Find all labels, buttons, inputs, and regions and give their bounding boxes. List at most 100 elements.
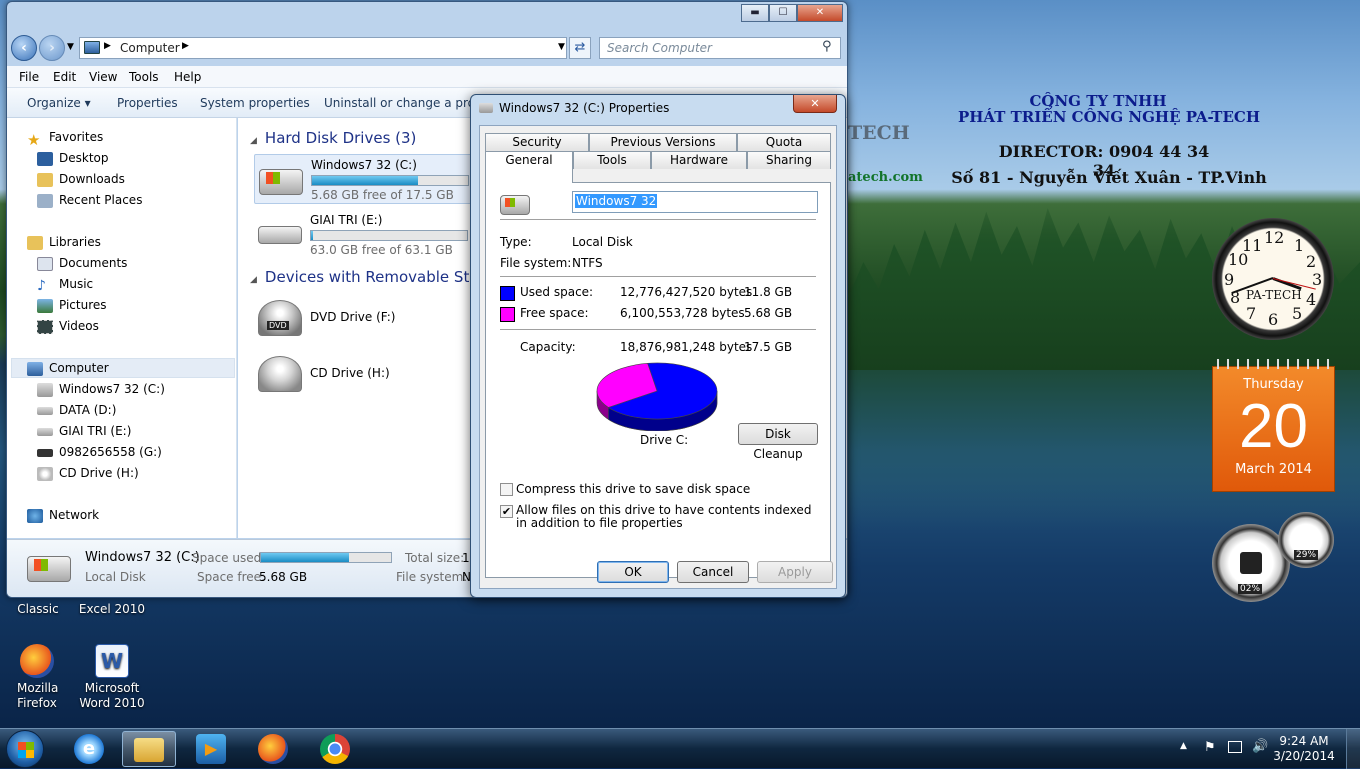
nav-network[interactable]: Network xyxy=(27,508,99,523)
nav-videos[interactable]: Videos xyxy=(37,319,99,334)
properties-dialog[interactable]: Windows7 32 (C:) Properties ✕ Security P… xyxy=(470,94,846,598)
capacity-bytes: 18,876,981,248 bytes xyxy=(620,340,753,354)
disk-cleanup-button[interactable]: Disk Cleanup xyxy=(738,423,818,461)
volume-icon[interactable]: 🔊 xyxy=(1252,739,1268,754)
nav-downloads[interactable]: Downloads xyxy=(37,172,125,187)
tab-sharing[interactable]: Sharing xyxy=(747,151,831,169)
system-properties-button[interactable]: System properties xyxy=(200,96,310,110)
forward-button[interactable]: › xyxy=(39,35,65,61)
show-desktop-button[interactable] xyxy=(1346,729,1360,769)
used-space-label: Used space: xyxy=(520,285,594,299)
star-icon: ★ xyxy=(27,130,41,149)
drive-c-tile[interactable]: Windows7 32 (C:) 5.68 GB free of 17.5 GB xyxy=(254,154,484,204)
nav-desktop[interactable]: Desktop xyxy=(37,151,109,166)
nav-drive-c[interactable]: Windows7 32 (C:) xyxy=(37,382,165,397)
search-icon[interactable]: ⚲ xyxy=(822,39,832,54)
hard-disk-group-header[interactable]: ◢ Hard Disk Drives (3) xyxy=(250,129,416,147)
start-button[interactable] xyxy=(6,730,44,768)
path-separator-icon[interactable]: ▶ xyxy=(182,41,189,51)
maximize-button[interactable]: ☐ xyxy=(769,4,797,22)
tray-overflow-arrow-icon[interactable]: ▲ xyxy=(1180,741,1187,751)
clock-num-4: 4 xyxy=(1306,290,1317,309)
menu-file[interactable]: File xyxy=(19,70,39,84)
desktop-icon-excel[interactable]: Excel 2010 xyxy=(74,602,150,617)
drive-c-free-text: 5.68 GB free of 17.5 GB xyxy=(311,188,454,202)
drive-label-input[interactable]: Windows7 32 xyxy=(572,191,818,213)
drive-e-tile[interactable]: GIAI TRI (E:) 63.0 GB free of 63.1 GB xyxy=(254,210,484,260)
nav-pictures[interactable]: Pictures xyxy=(37,298,107,313)
nav-computer[interactable]: Computer xyxy=(27,361,109,376)
nav-favorites-label: Favorites xyxy=(49,130,104,144)
nav-music[interactable]: ♪ Music xyxy=(37,277,93,294)
recent-pages-chevron-icon[interactable]: ▼ xyxy=(67,42,74,52)
organize-button[interactable]: Organize ▾ xyxy=(27,96,91,110)
desktop-icon-classic[interactable]: Classic xyxy=(0,602,76,617)
nav-drive-g[interactable]: 0982656558 (G:) xyxy=(37,445,162,459)
nav-favorites[interactable]: ★ Favorites xyxy=(27,130,104,149)
menu-tools[interactable]: Tools xyxy=(129,70,159,84)
clock-brand: PA-TECH xyxy=(1246,288,1302,302)
action-center-flag-icon[interactable]: ⚑ xyxy=(1204,740,1216,755)
menu-edit[interactable]: Edit xyxy=(53,70,76,84)
nav-documents[interactable]: Documents xyxy=(37,256,127,271)
taskbar-windows-explorer[interactable] xyxy=(122,731,176,767)
dvd-drive-tile[interactable]: DVD DVD Drive (F:) xyxy=(254,296,484,342)
tab-previous-versions[interactable]: Previous Versions xyxy=(589,133,737,151)
taskbar-internet-explorer[interactable]: e xyxy=(62,731,116,767)
tray-clock[interactable]: 9:24 AM 3/20/2014 xyxy=(1270,734,1338,764)
address-dropdown-icon[interactable]: ▼ xyxy=(558,42,565,52)
search-input[interactable]: Search Computer ⚲ xyxy=(599,37,841,59)
apply-button[interactable]: Apply xyxy=(757,561,833,583)
back-button[interactable]: ‹ xyxy=(11,35,37,61)
dialog-close-button[interactable]: ✕ xyxy=(793,95,837,113)
nav-drive-d[interactable]: DATA (D:) xyxy=(37,403,116,417)
downloads-folder-icon xyxy=(37,172,53,187)
removable-group-header[interactable]: ◢ Devices with Removable Storag xyxy=(250,268,503,286)
drive-label-value: Windows7 32 xyxy=(575,194,658,208)
dvd-drive-name: DVD Drive (F:) xyxy=(310,310,396,324)
nav-drive-e[interactable]: GIAI TRI (E:) xyxy=(37,424,131,438)
close-button[interactable]: ✕ xyxy=(797,4,843,22)
tab-hardware[interactable]: Hardware xyxy=(651,151,747,169)
menu-help[interactable]: Help xyxy=(174,70,201,84)
capacity-size: 17.5 GB xyxy=(744,340,793,354)
calendar-month-year: March 2014 xyxy=(1235,462,1312,477)
taskbar-media-player[interactable]: ▶ xyxy=(184,731,238,767)
cd-drive-tile[interactable]: CD Drive (H:) xyxy=(254,352,484,398)
calendar-gadget[interactable]: Thursday 20 March 2014 xyxy=(1212,359,1336,492)
clock-gadget[interactable]: 12 1 2 3 4 5 6 7 8 9 10 11 PA-TECH xyxy=(1212,218,1334,340)
refresh-button[interactable]: ⇄ xyxy=(569,37,591,59)
compress-checkbox[interactable] xyxy=(500,483,513,496)
address-path[interactable]: Computer xyxy=(120,41,180,55)
desktop-icon-firefox[interactable]: Mozilla Firefox xyxy=(0,644,74,711)
tab-tools[interactable]: Tools xyxy=(573,151,651,169)
tab-quota[interactable]: Quota xyxy=(737,133,831,151)
nav-libraries[interactable]: Libraries xyxy=(27,235,101,250)
menu-view[interactable]: View xyxy=(89,70,117,84)
company-line-4: Số 81 - Nguyễn Viết Xuân - TP.Vinh xyxy=(951,168,1267,187)
nav-downloads-label: Downloads xyxy=(59,172,125,186)
hard-disk-group-label: Hard Disk Drives (3) xyxy=(264,129,417,147)
memory-meter-gadget[interactable]: 29% xyxy=(1278,512,1334,568)
network-tray-icon[interactable] xyxy=(1228,741,1242,753)
nav-recent-places[interactable]: Recent Places xyxy=(37,193,142,208)
tab-security[interactable]: Security xyxy=(485,133,589,151)
nav-drive-h[interactable]: CD Drive (H:) xyxy=(37,466,139,481)
index-checkbox[interactable]: ✔ xyxy=(500,505,513,518)
address-bar[interactable]: ▶ Computer ▶ ▼ xyxy=(79,37,567,59)
type-label: Type: xyxy=(500,235,532,249)
dvd-badge: DVD xyxy=(267,321,289,330)
cd-drive-icon xyxy=(258,356,302,392)
tab-general[interactable]: General xyxy=(485,151,573,183)
taskbar-firefox[interactable] xyxy=(246,731,300,767)
dialog-title: Windows7 32 (C:) Properties xyxy=(499,101,670,115)
desktop-icon-word[interactable]: W Microsoft Word 2010 xyxy=(74,644,150,711)
nav-recent-places-label: Recent Places xyxy=(59,193,143,207)
cancel-button[interactable]: Cancel xyxy=(677,561,749,583)
recent-places-icon xyxy=(37,193,53,208)
taskbar-chrome[interactable] xyxy=(308,731,362,767)
nav-drive-d-label: DATA (D:) xyxy=(59,403,117,417)
ok-button[interactable]: OK xyxy=(597,561,669,583)
properties-button[interactable]: Properties xyxy=(117,96,178,110)
minimize-button[interactable]: ▬ xyxy=(741,4,769,22)
